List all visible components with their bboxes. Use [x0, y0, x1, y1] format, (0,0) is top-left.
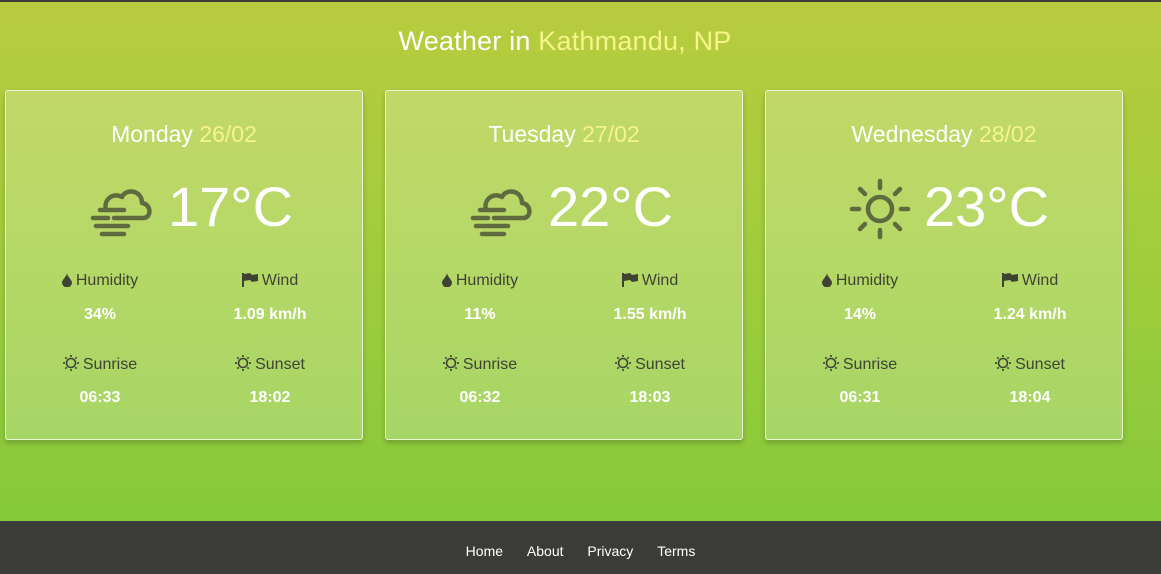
wind-label: Wind	[945, 272, 1115, 292]
sun-small-icon	[442, 355, 459, 376]
sunset-value: 18:03	[629, 389, 671, 406]
flag-icon	[621, 273, 638, 292]
humidity-label: Humidity	[15, 272, 185, 292]
forecast-card-tuesday: Tuesday 27/02 22°C Humidity 11% Wind 1.5…	[385, 90, 743, 440]
flag-icon	[241, 273, 258, 292]
sun-small-icon	[615, 355, 632, 376]
sunrise-label: Sunrise	[395, 355, 565, 376]
sunset-value: 18:04	[1009, 389, 1051, 406]
forecast-card-monday: Monday 26/02 17°C Humidity 34% Wind 1.09…	[5, 90, 363, 440]
footer-link-terms[interactable]: Terms	[657, 543, 695, 559]
temperature: 23°C	[924, 175, 1050, 238]
day-name: Tuesday	[488, 121, 576, 147]
droplet-icon	[441, 273, 452, 292]
sun-small-icon	[822, 355, 839, 376]
day-date: 28/02	[978, 121, 1037, 147]
sunrise-value: 06:33	[79, 389, 121, 406]
humidity-value: 11%	[464, 306, 496, 323]
top-border	[0, 0, 1161, 2]
city-name: Kathmandu, NP	[538, 26, 732, 56]
cloud-fog-icon	[464, 173, 536, 245]
footer-link-home[interactable]: Home	[466, 543, 503, 559]
forecast-date-heading: Tuesday 27/02	[386, 121, 742, 148]
page-title-prefix: Weather in	[398, 26, 531, 56]
sunrise-value: 06:31	[839, 389, 881, 406]
sunrise-value: 06:32	[459, 389, 501, 406]
wind-value: 1.55 km/h	[613, 306, 687, 323]
page-title: Weather in Kathmandu, NP	[0, 26, 1130, 57]
sun-icon	[844, 173, 916, 245]
wind-value: 1.24 km/h	[993, 306, 1067, 323]
sunset-value: 18:02	[249, 389, 291, 406]
footer-nav: Home About Privacy Terms	[0, 543, 1161, 559]
wind-label: Wind	[565, 272, 735, 292]
sunset-label: Sunset	[945, 355, 1115, 376]
footer: Home About Privacy Terms	[0, 521, 1161, 574]
sunset-label: Sunset	[185, 355, 355, 376]
temperature: 17°C	[168, 175, 294, 238]
flag-icon	[1001, 273, 1018, 292]
wind-value: 1.09 km/h	[233, 306, 307, 323]
sun-small-icon	[235, 355, 252, 376]
sun-small-icon	[995, 355, 1012, 376]
day-date: 27/02	[582, 121, 640, 147]
droplet-icon	[821, 273, 832, 292]
forecast-card-wednesday: Wednesday 28/02 23°C Humidity 14% Wind 1…	[765, 90, 1123, 440]
sun-small-icon	[62, 355, 79, 376]
day-name: Wednesday	[851, 121, 973, 147]
day-date: 26/02	[199, 121, 257, 147]
wind-label: Wind	[185, 272, 355, 292]
footer-link-about[interactable]: About	[527, 543, 564, 559]
humidity-value: 34%	[83, 306, 117, 323]
temperature: 22°C	[548, 175, 674, 238]
sunset-label: Sunset	[565, 355, 735, 376]
day-name: Monday	[111, 121, 193, 147]
forecast-date-heading: Monday 26/02	[6, 121, 362, 148]
cloud-fog-icon	[84, 173, 156, 245]
sunrise-label: Sunrise	[775, 355, 945, 376]
humidity-label: Humidity	[775, 272, 945, 292]
sunrise-label: Sunrise	[15, 355, 185, 376]
droplet-icon	[61, 273, 72, 292]
humidity-label: Humidity	[395, 272, 565, 292]
footer-link-privacy[interactable]: Privacy	[587, 543, 633, 559]
forecast-date-heading: Wednesday 28/02	[766, 121, 1122, 148]
humidity-value: 14%	[843, 306, 877, 323]
